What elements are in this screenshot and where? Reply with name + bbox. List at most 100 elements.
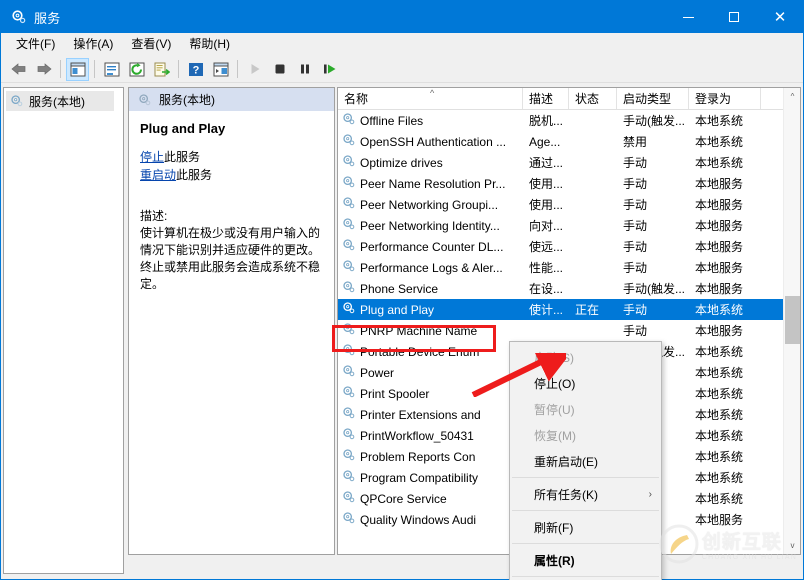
context-menu-separator: [512, 510, 659, 511]
back-arrow-icon[interactable]: [7, 58, 30, 81]
services-gear-icon: [342, 322, 356, 339]
minimize-icon: [683, 17, 694, 18]
list-vertical-scrollbar[interactable]: ^ v: [783, 88, 800, 554]
cell-service-name: Printer Extensions and: [338, 406, 523, 423]
context-stop[interactable]: 停止(O): [510, 370, 661, 396]
services-gear-icon: [342, 217, 356, 234]
cell-startup-type: 手动: [617, 322, 689, 339]
services-gear-icon: [342, 343, 356, 360]
table-row[interactable]: Performance Logs & Aler...性能...手动本地服务: [338, 257, 800, 278]
table-row[interactable]: Phone Service在设...手动(触发...本地服务: [338, 278, 800, 299]
cell-log-on-as: 本地服务: [689, 196, 761, 213]
properties-icon[interactable]: [100, 58, 123, 81]
context-all-tasks[interactable]: 所有任务(K)›: [510, 481, 661, 507]
start-service-icon[interactable]: [243, 58, 266, 81]
window-controls: ✕: [665, 1, 803, 33]
services-window: 服务 ✕ 文件(F) 操作(A) 查看(V) 帮助(H): [0, 0, 804, 580]
cell-service-name: Peer Networking Identity...: [338, 217, 523, 234]
cell-log-on-as: 本地系统: [689, 406, 761, 423]
column-header-startup-type[interactable]: 启动类型: [617, 88, 689, 109]
cell-service-name-label: Print Spooler: [360, 387, 429, 401]
cell-service-name-label: OpenSSH Authentication ...: [360, 135, 506, 149]
cell-service-name: Quality Windows Audi: [338, 511, 523, 528]
close-button[interactable]: ✕: [757, 1, 803, 33]
cell-service-name-label: Power: [360, 366, 394, 380]
cell-service-name: Power: [338, 364, 523, 381]
column-header-description[interactable]: 描述: [523, 88, 569, 109]
cell-service-name-label: Performance Counter DL...: [360, 240, 503, 254]
cell-service-name: OpenSSH Authentication ...: [338, 133, 523, 150]
context-refresh[interactable]: 刷新(F): [510, 514, 661, 540]
cell-log-on-as: 本地系统: [689, 364, 761, 381]
cell-log-on-as: 本地服务: [689, 259, 761, 276]
window-title: 服务: [34, 8, 665, 27]
cell-description: 性能...: [523, 259, 569, 276]
cell-description: 使用...: [523, 196, 569, 213]
show-hide-console-tree-icon[interactable]: [66, 58, 89, 81]
cell-service-name: Print Spooler: [338, 385, 523, 402]
context-properties[interactable]: 属性(R): [510, 547, 661, 573]
pause-service-icon[interactable]: [293, 58, 316, 81]
table-row[interactable]: OpenSSH Authentication ...Age...禁用本地系统: [338, 131, 800, 152]
table-row[interactable]: PNRP Machine Name手动本地服务: [338, 320, 800, 341]
cell-log-on-as: 本地系统: [689, 343, 761, 360]
show-hide-action-pane-icon[interactable]: [209, 58, 232, 81]
toolbar-separator: [178, 60, 179, 78]
table-row[interactable]: Performance Counter DL...使远...手动本地服务: [338, 236, 800, 257]
minimize-button[interactable]: [665, 1, 711, 33]
menu-help[interactable]: 帮助(H): [180, 34, 239, 55]
context-menu-item-label: 恢复(M): [534, 427, 576, 444]
stop-service-icon[interactable]: [268, 58, 291, 81]
cell-description: 脱机...: [523, 112, 569, 129]
menu-action[interactable]: 操作(A): [64, 34, 122, 55]
column-header-status[interactable]: 状态: [569, 88, 617, 109]
help-icon[interactable]: ?: [184, 58, 207, 81]
restart-service-icon[interactable]: [318, 58, 341, 81]
table-row[interactable]: Offline Files脱机...手动(触发...本地系统: [338, 110, 800, 131]
column-header-name[interactable]: 名称 ^: [338, 88, 523, 109]
scroll-up-arrow-icon[interactable]: ^: [784, 88, 801, 105]
context-menu-item-label: 所有任务(K): [534, 486, 598, 503]
cell-service-name-label: Phone Service: [360, 282, 438, 296]
services-gear-icon: [342, 112, 356, 129]
forward-arrow-icon[interactable]: [32, 58, 55, 81]
table-row[interactable]: Plug and Play使计...正在手动本地系统: [338, 299, 800, 320]
cell-log-on-as: 本地服务: [689, 175, 761, 192]
scroll-down-arrow-icon[interactable]: v: [784, 537, 801, 554]
maximize-button[interactable]: [711, 1, 757, 33]
cell-service-name: Program Compatibility: [338, 469, 523, 486]
table-row[interactable]: Peer Networking Identity...向对...手动本地服务: [338, 215, 800, 236]
restart-service-link[interactable]: 重启动: [140, 168, 176, 182]
detail-header-label: 服务(本地): [159, 91, 215, 108]
cell-startup-type: 手动: [617, 301, 689, 318]
cell-log-on-as: 本地系统: [689, 154, 761, 171]
close-icon: ✕: [774, 10, 787, 25]
table-row[interactable]: Peer Name Resolution Pr...使用...手动本地服务: [338, 173, 800, 194]
cell-service-name: Phone Service: [338, 280, 523, 297]
refresh-icon[interactable]: [125, 58, 148, 81]
cell-service-name-label: Performance Logs & Aler...: [360, 261, 503, 275]
cell-service-name: Problem Reports Con: [338, 448, 523, 465]
cell-description: 使计...: [523, 301, 569, 318]
context-menu-item-label: 重新启动(E): [534, 453, 598, 470]
column-header-name-label: 名称: [344, 90, 368, 107]
cell-log-on-as: 本地系统: [689, 448, 761, 465]
cell-status: 正在: [569, 301, 617, 318]
menu-view[interactable]: 查看(V): [122, 34, 180, 55]
export-list-icon[interactable]: [150, 58, 173, 81]
table-row[interactable]: Optimize drives通过...手动本地系统: [338, 152, 800, 173]
cell-service-name-label: Plug and Play: [360, 303, 434, 317]
column-header-log-on-as[interactable]: 登录为: [689, 88, 761, 109]
services-gear-icon: [342, 280, 356, 297]
toolbar-separator: [237, 60, 238, 78]
menu-file[interactable]: 文件(F): [7, 34, 64, 55]
cell-log-on-as: 本地系统: [689, 427, 761, 444]
cell-log-on-as: 本地服务: [689, 511, 761, 528]
tree-node-services-local[interactable]: 服务(本地): [6, 91, 114, 111]
context-restart[interactable]: 重新启动(E): [510, 448, 661, 474]
stop-service-link[interactable]: 停止: [140, 150, 164, 164]
scrollbar-thumb[interactable]: [785, 296, 800, 344]
table-row[interactable]: Peer Networking Groupi...使用...手动本地服务: [338, 194, 800, 215]
cell-log-on-as: 本地服务: [689, 238, 761, 255]
services-gear-icon: [342, 259, 356, 276]
